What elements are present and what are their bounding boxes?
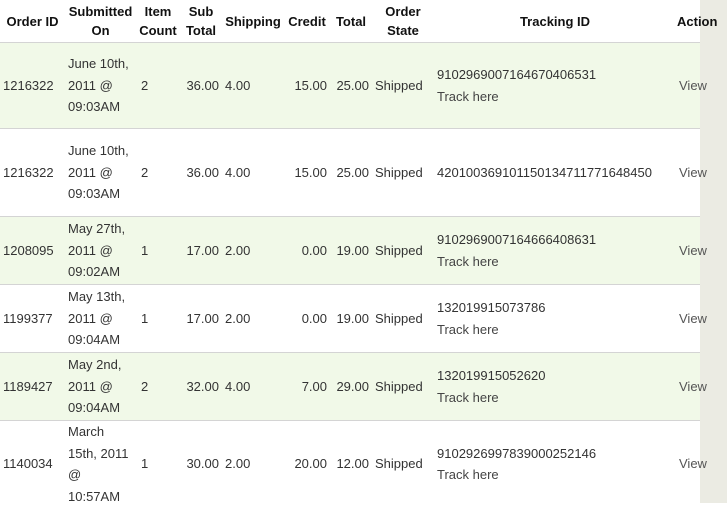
order-state: Shipped — [372, 43, 434, 129]
shipping: 4.00 — [222, 129, 284, 217]
header-item-count: Item Count — [136, 0, 180, 43]
credit: 0.00 — [284, 217, 330, 285]
header-order-id: Order ID — [0, 0, 65, 43]
header-order-state: Order State — [372, 0, 434, 43]
table-row: 1216322 June 10th, 2011 @ 09:03AM 2 36.0… — [0, 129, 700, 217]
total: 25.00 — [330, 129, 372, 217]
header-shipping: Shipping — [222, 0, 284, 43]
shipping: 2.00 — [222, 285, 284, 353]
credit: 0.00 — [284, 285, 330, 353]
sub-total: 32.00 — [180, 353, 222, 421]
total: 25.00 — [330, 43, 372, 129]
order-id: 1140034 — [0, 421, 65, 507]
view-link[interactable]: View — [676, 129, 700, 217]
total: 12.00 — [330, 421, 372, 507]
tracking-id: 9102926997839000252146 — [437, 443, 673, 465]
order-id: 1189427 — [0, 353, 65, 421]
item-count: 2 — [136, 353, 180, 421]
tracking-id: 132019915073786 — [437, 297, 673, 319]
header-credit: Credit — [284, 0, 330, 43]
header-submitted-on: Submitted On — [65, 0, 136, 43]
submitted-on: June 10th, 2011 @ 09:03AM — [65, 43, 136, 129]
track-here-link[interactable]: Track here — [437, 464, 673, 486]
tracking-id: 132019915052620 — [437, 365, 673, 387]
order-state: Shipped — [372, 217, 434, 285]
shipping: 2.00 — [222, 421, 284, 507]
view-link[interactable]: View — [676, 217, 700, 285]
item-count: 1 — [136, 285, 180, 353]
sub-total: 36.00 — [180, 43, 222, 129]
sub-total: 17.00 — [180, 285, 222, 353]
item-count: 2 — [136, 43, 180, 129]
order-state: Shipped — [372, 421, 434, 507]
table-row: 1199377 May 13th, 2011 @ 09:04AM 1 17.00… — [0, 285, 700, 353]
track-here-link[interactable]: Track here — [437, 86, 673, 108]
table-row: 1189427 May 2nd, 2011 @ 09:04AM 2 32.00 … — [0, 353, 700, 421]
tracking-cell: 9102926997839000252146Track here — [434, 421, 676, 507]
tracking-id: 9102969007164670406531 — [437, 64, 673, 86]
header-row: Order ID Submitted On Item Count Sub Tot… — [0, 0, 700, 43]
item-count: 2 — [136, 129, 180, 217]
tracking-cell: 132019915052620Track here — [434, 353, 676, 421]
order-state: Shipped — [372, 129, 434, 217]
header-action: Action — [676, 0, 700, 43]
total: 19.00 — [330, 285, 372, 353]
tracking-cell: 132019915073786Track here — [434, 285, 676, 353]
view-link[interactable]: View — [676, 285, 700, 353]
sub-total: 36.00 — [180, 129, 222, 217]
order-id: 1199377 — [0, 285, 65, 353]
order-id: 1216322 — [0, 43, 65, 129]
credit: 20.00 — [284, 421, 330, 507]
header-sub-total: Sub Total — [180, 0, 222, 43]
submitted-on: June 10th, 2011 @ 09:03AM — [65, 129, 136, 217]
order-id: 1208095 — [0, 217, 65, 285]
header-total: Total — [330, 0, 372, 43]
order-id: 1216322 — [0, 129, 65, 217]
track-here-link[interactable]: Track here — [437, 251, 673, 273]
track-here-link[interactable]: Track here — [437, 319, 673, 341]
credit: 7.00 — [284, 353, 330, 421]
table-row: 1208095 May 27th, 2011 @ 09:02AM 1 17.00… — [0, 217, 700, 285]
track-here-link[interactable]: Track here — [437, 387, 673, 409]
submitted-on: May 2nd, 2011 @ 09:04AM — [65, 353, 136, 421]
order-state: Shipped — [372, 353, 434, 421]
credit: 15.00 — [284, 129, 330, 217]
credit: 15.00 — [284, 43, 330, 129]
view-link[interactable]: View — [676, 43, 700, 129]
total: 19.00 — [330, 217, 372, 285]
sub-total: 17.00 — [180, 217, 222, 285]
total: 29.00 — [330, 353, 372, 421]
submitted-on: March 15th, 2011 @ 10:57AM — [65, 421, 136, 507]
tracking-id: 9102969007164666408631 — [437, 229, 673, 251]
tracking-id: 420100369101150134711771648450 — [437, 162, 673, 184]
submitted-on: May 27th, 2011 @ 09:02AM — [65, 217, 136, 285]
shipping: 4.00 — [222, 43, 284, 129]
tracking-cell: 9102969007164670406531Track here — [434, 43, 676, 129]
orders-table: Order ID Submitted On Item Count Sub Tot… — [0, 0, 700, 507]
table-row: 1140034 March 15th, 2011 @ 10:57AM 1 30.… — [0, 421, 700, 507]
tracking-cell: 9102969007164666408631Track here — [434, 217, 676, 285]
shipping: 4.00 — [222, 353, 284, 421]
header-tracking-id: Tracking ID — [434, 0, 676, 43]
shipping: 2.00 — [222, 217, 284, 285]
view-link[interactable]: View — [676, 353, 700, 421]
item-count: 1 — [136, 421, 180, 507]
table-row: 1216322 June 10th, 2011 @ 09:03AM 2 36.0… — [0, 43, 700, 129]
item-count: 1 — [136, 217, 180, 285]
submitted-on: May 13th, 2011 @ 09:04AM — [65, 285, 136, 353]
tracking-cell: 420100369101150134711771648450 — [434, 129, 676, 217]
sub-total: 30.00 — [180, 421, 222, 507]
view-link[interactable]: View — [676, 421, 700, 507]
order-state: Shipped — [372, 285, 434, 353]
